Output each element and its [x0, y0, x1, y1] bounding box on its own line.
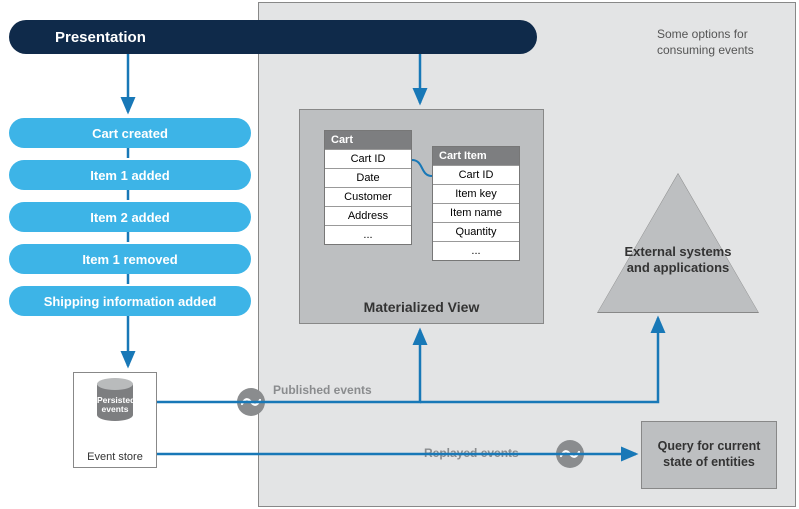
table-field: Item key	[433, 184, 519, 203]
event-pill: Item 2 added	[9, 202, 251, 232]
external-systems-label: External systems and applications	[618, 244, 738, 275]
table-field: Cart ID	[325, 149, 411, 168]
presentation-title: Presentation	[55, 29, 146, 46]
table-field: Address	[325, 206, 411, 225]
database-icon: Persistedevents	[97, 379, 133, 421]
wave-icon	[556, 440, 584, 468]
table-cart: Cart Cart ID Date Customer Address ...	[324, 130, 412, 245]
event-pill: Item 1 removed	[9, 244, 251, 274]
event-label: Item 1 removed	[82, 252, 177, 267]
event-label: Item 1 added	[90, 168, 169, 183]
query-box: Query for current state of entities	[641, 421, 777, 489]
table-field: ...	[433, 241, 519, 260]
event-store-caption: Event store	[74, 451, 156, 463]
event-label: Item 2 added	[90, 210, 169, 225]
table-field: Cart ID	[433, 165, 519, 184]
materialized-view-title: Materialized View	[300, 299, 543, 315]
replayed-events-label: Replayed events	[424, 446, 519, 460]
persisted-events-label: Persistedevents	[97, 396, 133, 415]
event-label: Cart created	[92, 126, 168, 141]
table-field: Date	[325, 168, 411, 187]
published-events-label: Published events	[273, 383, 372, 397]
table-field: Quantity	[433, 222, 519, 241]
diagram-canvas: Some options for consuming events Presen…	[0, 0, 799, 509]
table-header: Cart	[325, 131, 411, 149]
event-store: Persistedevents Event store	[73, 372, 157, 468]
event-pill: Shipping information added	[9, 286, 251, 316]
wave-icon	[237, 388, 265, 416]
event-label: Shipping information added	[44, 294, 217, 309]
presentation-header: Presentation	[9, 20, 537, 54]
event-pill: Cart created	[9, 118, 251, 148]
table-field: Item name	[433, 203, 519, 222]
materialized-view-panel: Cart Cart ID Date Customer Address ... C…	[299, 109, 544, 324]
query-label: Query for current state of entities	[648, 439, 770, 470]
table-field: Customer	[325, 187, 411, 206]
external-systems-triangle: External systems and applications	[598, 174, 758, 314]
table-cart-item: Cart Item Cart ID Item key Item name Qua…	[432, 146, 520, 261]
table-field: ...	[325, 225, 411, 244]
table-header: Cart Item	[433, 147, 519, 165]
event-pill: Item 1 added	[9, 160, 251, 190]
zone-note: Some options for consuming events	[657, 27, 777, 58]
